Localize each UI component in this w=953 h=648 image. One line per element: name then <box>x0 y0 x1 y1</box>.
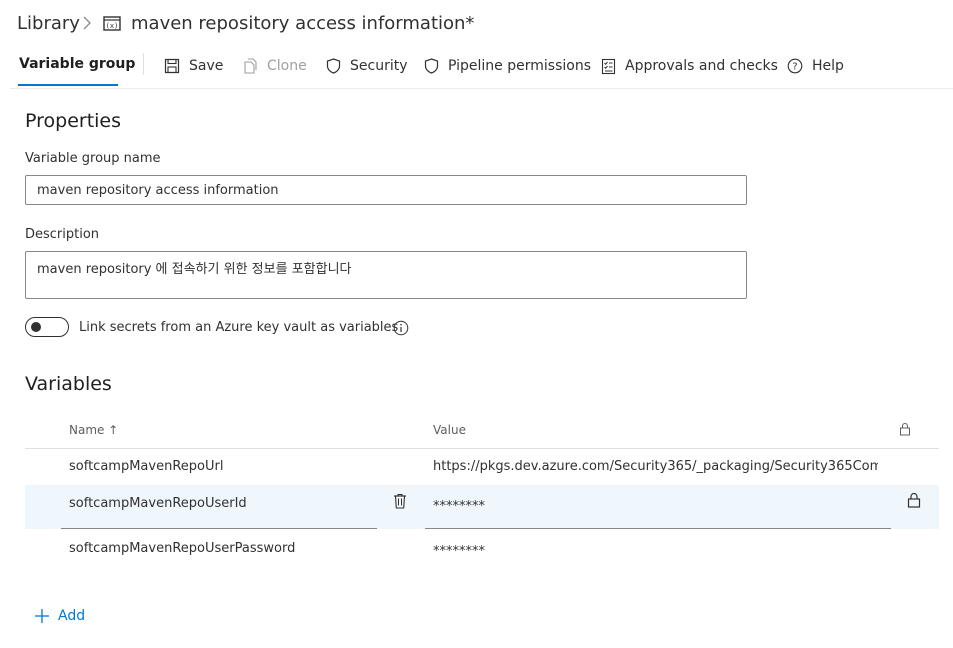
header-row-divider <box>25 448 939 449</box>
variable-name-cell[interactable]: softcampMavenRepoUserPassword <box>69 541 295 556</box>
help-icon: ? <box>787 58 803 74</box>
breadcrumb-library-link[interactable]: Library <box>17 13 80 34</box>
keyvault-toggle[interactable] <box>25 317 69 337</box>
name-field-underline <box>61 528 377 529</box>
tab-variable-group[interactable]: Variable group <box>19 56 135 72</box>
properties-heading: Properties <box>25 110 122 132</box>
trash-icon[interactable] <box>393 493 407 509</box>
variable-name-cell[interactable]: softcampMavenRepoUrl <box>69 459 223 474</box>
description-textarea[interactable]: maven repository 에 접속하기 위한 정보를 포함합니다 <box>25 251 747 299</box>
toggle-knob <box>31 322 41 332</box>
approvals-and-checks-button[interactable]: Approvals and checks <box>601 57 778 75</box>
keyvault-toggle-label: Link secrets from an Azure key vault as … <box>79 320 399 335</box>
lock-icon <box>899 422 911 436</box>
variable-value-cell[interactable]: https://pkgs.dev.azure.com/Security365/_… <box>433 459 878 474</box>
svg-text:?: ? <box>792 62 797 73</box>
save-button[interactable]: Save <box>164 57 223 75</box>
plus-icon <box>34 608 50 624</box>
info-icon[interactable] <box>393 320 409 336</box>
name-column-header[interactable]: Name ↑ <box>69 423 118 437</box>
add-label: Add <box>58 608 86 624</box>
lock-icon[interactable] <box>907 492 921 508</box>
header-divider <box>10 88 953 89</box>
checklist-icon <box>601 58 616 75</box>
clone-label: Clone <box>267 58 307 74</box>
shield-icon <box>424 58 439 74</box>
shield-icon <box>326 58 341 74</box>
value-column-header: Value <box>433 423 466 437</box>
page-title: maven repository access information* <box>131 13 475 34</box>
variable-secret-value-cell[interactable]: ******** <box>433 499 485 514</box>
save-icon <box>164 58 180 74</box>
toolbar-divider <box>143 53 144 75</box>
group-name-input[interactable] <box>25 175 747 205</box>
description-label: Description <box>25 227 100 242</box>
approvals-label: Approvals and checks <box>625 58 778 74</box>
variable-secret-value-cell[interactable]: ******** <box>433 544 485 559</box>
save-label: Save <box>189 58 224 74</box>
security-button[interactable]: Security <box>326 57 408 75</box>
help-label: Help <box>812 58 844 74</box>
chevron-right-icon <box>82 16 92 30</box>
security-label: Security <box>350 58 408 74</box>
pipeline-permissions-button[interactable]: Pipeline permissions <box>424 57 591 75</box>
value-field-underline <box>425 528 891 529</box>
clone-button[interactable]: Clone <box>242 57 307 75</box>
help-button[interactable]: ? Help <box>787 57 844 75</box>
add-variable-button[interactable]: Add <box>34 608 85 624</box>
clone-icon <box>242 58 258 74</box>
group-name-label: Variable group name <box>25 151 161 166</box>
variables-heading: Variables <box>25 373 112 395</box>
svg-text:(x): (x) <box>106 22 119 30</box>
variable-name-cell[interactable]: softcampMavenRepoUserId <box>69 496 247 511</box>
variable-group-icon: (x) <box>103 16 121 32</box>
active-tab-indicator <box>18 84 118 86</box>
pipeline-permissions-label: Pipeline permissions <box>448 58 591 74</box>
